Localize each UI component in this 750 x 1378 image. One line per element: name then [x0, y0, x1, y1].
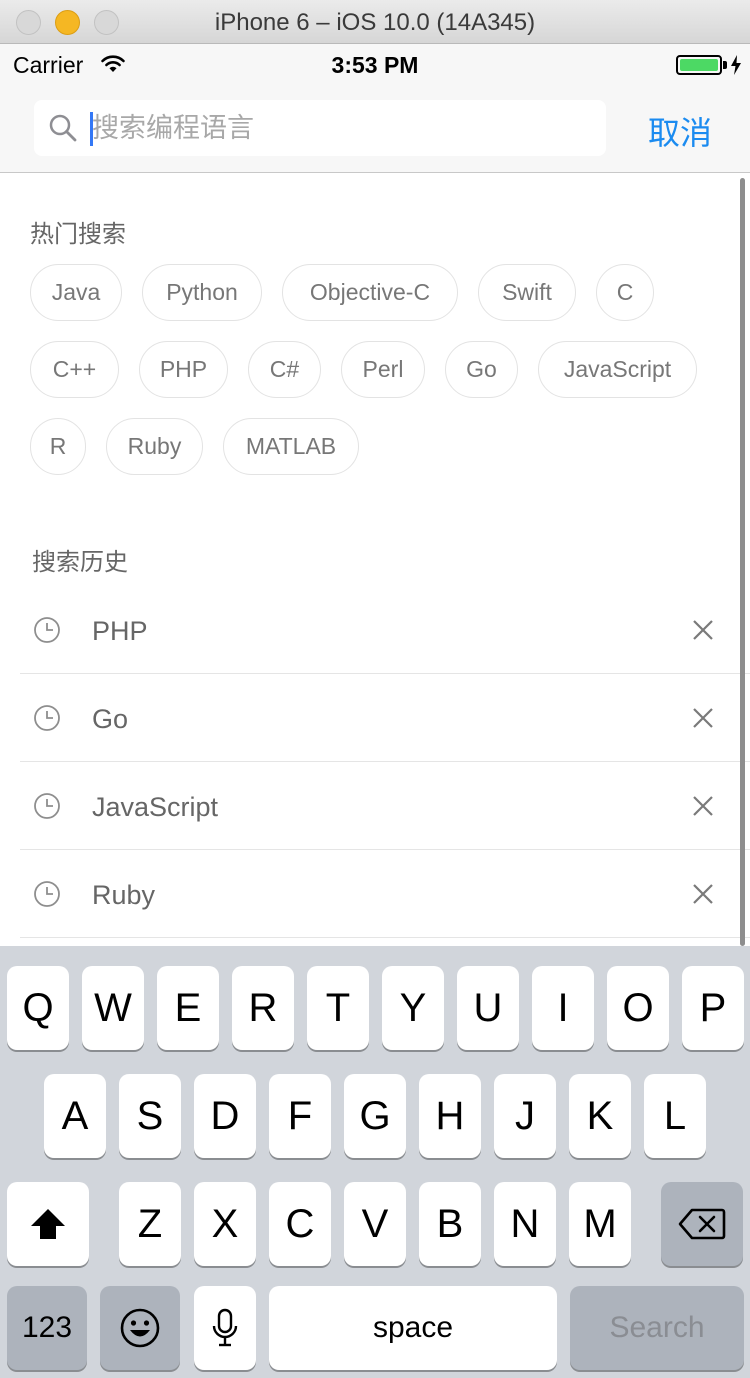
shift-icon [31, 1209, 65, 1239]
key-p[interactable]: P [682, 966, 744, 1050]
key-e[interactable]: E [157, 966, 219, 1050]
key-l[interactable]: L [644, 1074, 706, 1158]
key-o[interactable]: O [607, 966, 669, 1050]
clock-icon [34, 881, 60, 907]
emoji-key[interactable] [100, 1286, 180, 1370]
key-m[interactable]: M [569, 1182, 631, 1266]
dictation-key[interactable] [194, 1286, 256, 1370]
delete-history-icon[interactable] [692, 795, 714, 817]
hot-tag[interactable]: Perl [341, 341, 425, 398]
hot-tag[interactable]: Java [30, 264, 122, 321]
search-input[interactable] [92, 110, 592, 146]
history-row[interactable]: Ruby [20, 850, 750, 938]
battery-icon [676, 55, 722, 75]
key-k[interactable]: K [569, 1074, 631, 1158]
keyboard: Q W E R T Y U I O P A S D F G H J K L Z … [0, 946, 750, 1378]
microphone-icon [212, 1308, 238, 1347]
key-v[interactable]: V [344, 1182, 406, 1266]
history-row[interactable]: JavaScript [20, 762, 750, 850]
hot-tag[interactable]: C++ [30, 341, 119, 398]
history-row[interactable]: Go [20, 674, 750, 762]
history-row[interactable]: PHP [20, 586, 750, 674]
delete-key[interactable] [661, 1182, 743, 1266]
key-x[interactable]: X [194, 1182, 256, 1266]
key-q[interactable]: Q [7, 966, 69, 1050]
key-a[interactable]: A [44, 1074, 106, 1158]
history-label: JavaScript [92, 792, 219, 822]
hot-tag[interactable]: MATLAB [223, 418, 359, 475]
key-u[interactable]: U [457, 966, 519, 1050]
hot-tag[interactable]: PHP [139, 341, 228, 398]
history-label: Ruby [92, 880, 156, 910]
history-title: 搜索历史 [32, 549, 128, 576]
hot-tag[interactable]: C [596, 264, 654, 321]
numbers-key[interactable]: 123 [7, 1286, 87, 1370]
clock-icon [34, 705, 60, 731]
emoji-icon [120, 1308, 160, 1348]
key-n[interactable]: N [494, 1182, 556, 1266]
hot-tag[interactable]: JavaScript [538, 341, 697, 398]
status-time: 3:53 PM [331, 52, 419, 78]
key-t[interactable]: T [307, 966, 369, 1050]
hot-tag[interactable]: R [30, 418, 86, 475]
key-b[interactable]: B [419, 1182, 481, 1266]
hot-tag[interactable]: C# [248, 341, 321, 398]
key-w[interactable]: W [82, 966, 144, 1050]
key-d[interactable]: D [194, 1074, 256, 1158]
battery-tip [723, 61, 727, 69]
hot-tag[interactable]: Ruby [106, 418, 203, 475]
hot-tag[interactable]: Swift [478, 264, 576, 321]
backspace-icon [678, 1208, 726, 1240]
shift-key[interactable] [7, 1182, 89, 1266]
hot-tag[interactable]: Go [445, 341, 518, 398]
key-g[interactable]: G [344, 1074, 406, 1158]
key-y[interactable]: Y [382, 966, 444, 1050]
key-h[interactable]: H [419, 1074, 481, 1158]
window-title: iPhone 6 – iOS 10.0 (14A345) [214, 9, 536, 36]
search-key[interactable]: Search [570, 1286, 744, 1370]
hot-tag[interactable]: Python [142, 264, 262, 321]
key-i[interactable]: I [532, 966, 594, 1050]
search-box[interactable] [34, 100, 606, 156]
charging-bolt-icon [731, 55, 741, 75]
key-r[interactable]: R [232, 966, 294, 1050]
key-j[interactable]: J [494, 1074, 556, 1158]
key-c[interactable]: C [269, 1182, 331, 1266]
clock-icon [34, 617, 60, 643]
delete-history-icon[interactable] [692, 883, 714, 905]
cancel-button[interactable]: 取消 [648, 108, 712, 154]
history-label: PHP [92, 616, 148, 646]
hot-tag[interactable]: Objective-C [282, 264, 458, 321]
hot-search-title: 热门搜索 [30, 221, 126, 248]
simulator-title-bar: iPhone 6 – iOS 10.0 (14A345) [0, 0, 750, 44]
key-s[interactable]: S [119, 1074, 181, 1158]
search-header: 取消 [0, 84, 750, 173]
space-key[interactable]: space [269, 1286, 557, 1370]
search-icon [49, 114, 77, 142]
clock-icon [34, 793, 60, 819]
key-z[interactable]: Z [119, 1182, 181, 1266]
delete-history-icon[interactable] [692, 707, 714, 729]
history-label: Go [92, 704, 129, 734]
delete-history-icon[interactable] [692, 619, 714, 641]
key-f[interactable]: F [269, 1074, 331, 1158]
status-bar: Carrier 3:53 PM [0, 44, 750, 84]
scrollbar[interactable] [740, 178, 745, 946]
